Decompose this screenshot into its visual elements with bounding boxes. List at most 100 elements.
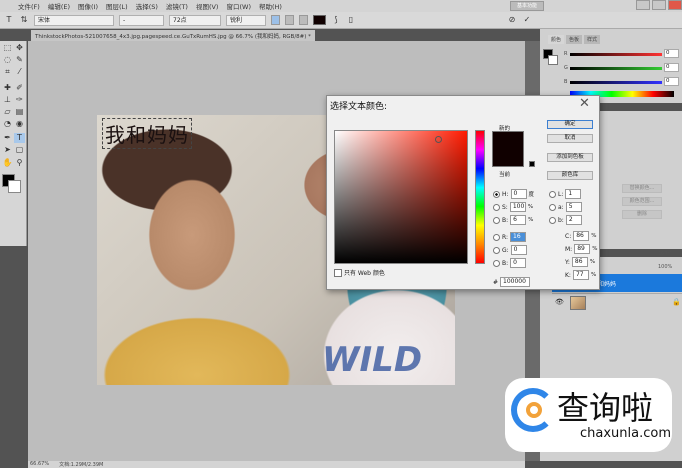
eyedropper-icon[interactable]: ⁄ (14, 67, 25, 77)
marquee-tool-icon[interactable]: ⬚ (2, 43, 13, 53)
ok-button[interactable]: 确定 (547, 120, 593, 129)
fill-value[interactable]: 100% (658, 264, 672, 270)
lab-b-input[interactable]: 2 (565, 215, 582, 225)
color-libraries-button[interactable]: 颜色库 (547, 171, 593, 180)
opacity-value[interactable]: 100% (658, 251, 672, 257)
lab-b-radio[interactable] (549, 216, 556, 224)
dodge-tool-icon[interactable]: ◉ (14, 119, 25, 129)
m-input[interactable]: 89 (574, 244, 591, 254)
web-safe-swatch[interactable] (529, 161, 535, 167)
commit-icon[interactable]: ✓ (522, 15, 532, 25)
antialias-select[interactable]: 锐利 (226, 14, 266, 26)
b-input[interactable]: 6 (510, 215, 527, 225)
background-color-swatch[interactable] (8, 180, 21, 193)
stamp-tool-icon[interactable]: ⊥ (2, 95, 13, 105)
crop-tool-icon[interactable]: ⌗ (2, 67, 13, 77)
minimize-button[interactable] (636, 0, 650, 10)
history-brush-icon[interactable]: ✑ (14, 95, 25, 105)
quick-select-icon[interactable]: ✎ (14, 55, 25, 65)
h-input[interactable]: 0 (510, 189, 527, 199)
menu-view[interactable]: 视图(V) (196, 1, 219, 11)
menu-image[interactable]: 图像(I) (78, 1, 98, 11)
move-tool-icon[interactable]: ✥ (14, 43, 25, 53)
character-panel-icon[interactable]: ▯ (346, 15, 356, 25)
l-radio[interactable] (549, 190, 556, 198)
eye-icon[interactable]: 👁 (555, 298, 564, 306)
k-input[interactable]: 77 (572, 270, 589, 280)
font-family-select[interactable]: 宋体 (34, 14, 114, 26)
align-center-button[interactable] (285, 15, 294, 25)
b-slider[interactable] (570, 81, 662, 84)
h-radio[interactable] (493, 190, 500, 198)
align-right-button[interactable] (299, 15, 308, 25)
orientation-icon[interactable]: ⇅ (19, 15, 29, 25)
blue-input[interactable]: 0 (510, 258, 527, 268)
font-style-select[interactable]: - (119, 14, 164, 26)
b-radio[interactable] (493, 216, 500, 224)
menu-select[interactable]: 选择(S) (136, 1, 158, 11)
b-value[interactable]: 0 (664, 77, 679, 86)
menu-edit[interactable]: 编辑(E) (48, 1, 70, 11)
l-input[interactable]: 1 (565, 189, 582, 199)
r-radio[interactable] (493, 233, 500, 241)
color-range-button[interactable]: 颜色范围... (622, 197, 662, 206)
gradient-tool-icon[interactable]: ▤ (14, 107, 25, 117)
menu-help[interactable]: 帮助(H) (259, 1, 282, 11)
add-to-swatches-button[interactable]: 添加到色板 (547, 153, 593, 162)
path-select-icon[interactable]: ➤ (2, 145, 13, 155)
zoom-level[interactable]: 66.67% (30, 461, 49, 468)
zoom-tool-icon[interactable]: ⚲ (14, 158, 25, 168)
y-input[interactable]: 86 (571, 257, 588, 267)
hue-slider[interactable] (475, 130, 485, 264)
menu-layer[interactable]: 图层(L) (106, 1, 128, 11)
hand-tool-icon[interactable]: ✋ (2, 158, 13, 168)
cancel-icon[interactable]: ⊘ (507, 15, 517, 25)
color-field[interactable] (334, 130, 468, 264)
g-slider[interactable] (570, 67, 662, 70)
document-tab[interactable]: ThinkstockPhotos-521007658_4x3.jpg.pages… (31, 30, 315, 41)
layer-row-background[interactable]: 👁 🔒 (552, 293, 682, 311)
blue-radio[interactable] (493, 259, 500, 267)
menu-file[interactable]: 文件(F) (18, 1, 40, 11)
g-radio[interactable] (493, 246, 500, 254)
hex-input[interactable]: 100000 (500, 277, 531, 287)
maximize-button[interactable] (652, 0, 666, 10)
g-input[interactable]: 0 (510, 245, 527, 255)
type-tool-icon[interactable]: T (4, 15, 14, 25)
healing-brush-icon[interactable]: ✚ (2, 83, 13, 93)
close-button[interactable] (668, 0, 682, 10)
menu-filter[interactable]: 滤镜(T) (166, 1, 188, 11)
type-tool-icon[interactable]: T (14, 133, 25, 143)
tab-color[interactable]: 颜色 (548, 35, 565, 44)
font-size-select[interactable]: 72点 (169, 14, 221, 26)
menu-window[interactable]: 窗口(W) (226, 1, 251, 11)
panel-bg-swatch[interactable] (548, 55, 558, 65)
cancel-button[interactable]: 取消 (547, 134, 593, 143)
close-icon[interactable]: ✕ (579, 96, 590, 111)
s-radio[interactable] (493, 203, 500, 211)
blur-tool-icon[interactable]: ◔ (2, 119, 13, 129)
tab-styles[interactable]: 样式 (584, 35, 601, 44)
lasso-tool-icon[interactable]: ◌ (2, 55, 13, 65)
pen-tool-icon[interactable]: ✒ (2, 133, 13, 143)
eraser-tool-icon[interactable]: ▱ (2, 107, 13, 117)
web-only-checkbox[interactable] (334, 268, 342, 277)
text-color-swatch[interactable] (313, 15, 326, 25)
workspace-button[interactable]: 基本功能 (510, 1, 544, 11)
delete-button[interactable]: 删除 (622, 210, 662, 219)
shape-tool-icon[interactable]: ▢ (14, 145, 25, 155)
r-value[interactable]: 0 (664, 49, 679, 58)
tab-swatches[interactable]: 色板 (566, 35, 583, 44)
g-value[interactable]: 0 (664, 63, 679, 72)
text-layer[interactable]: 我和妈妈 (102, 118, 192, 149)
brush-tool-icon[interactable]: ✐ (14, 83, 25, 93)
c-input[interactable]: 86 (573, 231, 590, 241)
a-radio[interactable] (549, 203, 556, 211)
r-slider[interactable] (570, 53, 662, 56)
warp-text-icon[interactable]: ⟆ (331, 15, 341, 25)
align-left-button[interactable] (271, 15, 280, 25)
color-field-marker[interactable] (435, 136, 442, 143)
replace-color-button[interactable]: 替换颜色... (622, 184, 662, 193)
s-input[interactable]: 100 (509, 202, 526, 212)
a-input[interactable]: 5 (565, 202, 582, 212)
